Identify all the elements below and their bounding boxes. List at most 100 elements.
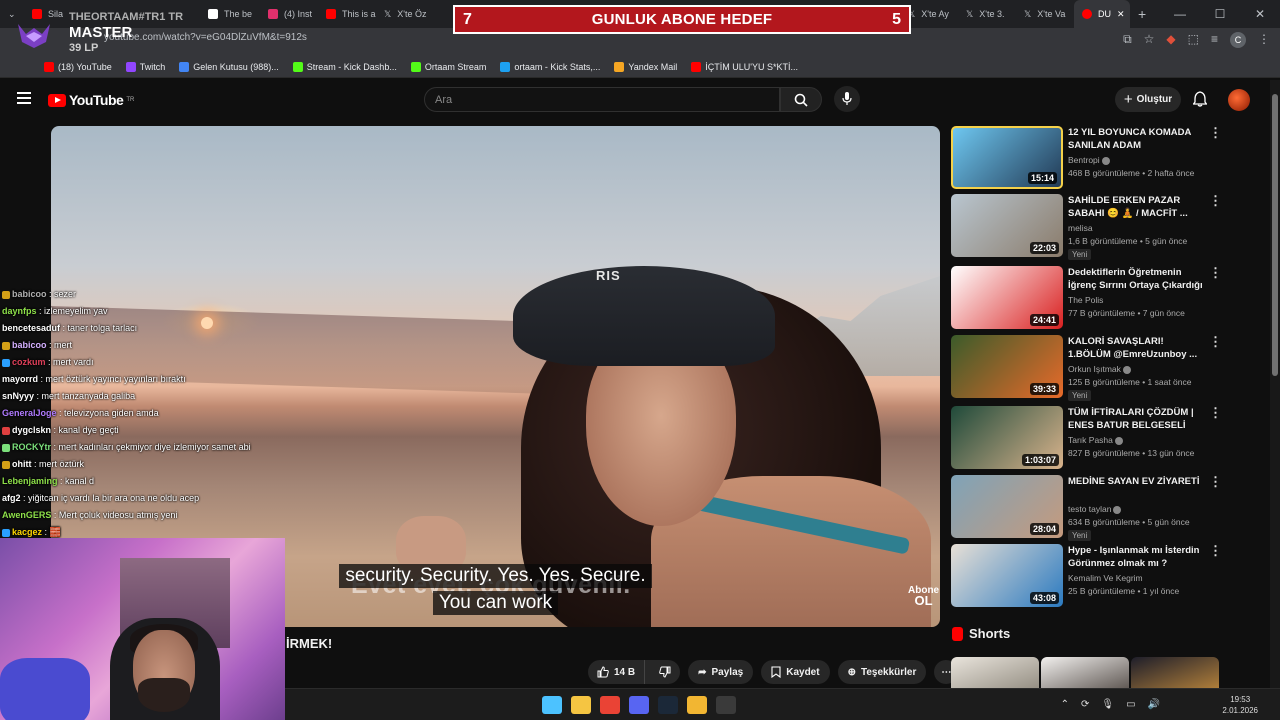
recommended-title[interactable]: SAHİLDE ERKEN PAZAR SABAHI 😊 🧘 / MACFİT … [1068,194,1208,220]
bookmark-icon [771,666,781,678]
channel-name-row[interactable]: The Polis [1068,295,1103,305]
video-thumbnail[interactable]: 22:03 [951,194,1063,257]
bookmark-item[interactable]: Gelen Kutusu (988)... [179,61,279,72]
browser-tab[interactable]: 𝕏 X'te 3. [958,0,1016,28]
browser-tab[interactable]: 𝕏 X'te Va [1016,0,1074,28]
video-thumbnail[interactable]: 28:04 [951,475,1063,538]
bookmark-item[interactable]: Ortaam Stream [410,61,486,72]
save-button[interactable]: Kaydet [761,660,830,684]
recommended-title[interactable]: 12 YIL BOYUNCA KOMADA SANILAN ADAM [1068,126,1208,152]
channel-name-row[interactable]: Orkun Işıtmak [1068,364,1131,374]
microphone-tray-icon[interactable]: 🎙 [1101,699,1114,710]
recommended-video[interactable]: 39:33 KALORİ SAVAŞLARI! 1.BÖLÜM @EmreUzun… [951,335,1231,401]
dislike-button[interactable] [650,660,680,684]
bookmark-item[interactable]: İÇTİM ULU'YU S*KTİ... [691,61,798,72]
bookmark-item[interactable]: ortaam - Kick Stats,... [500,61,600,72]
close-window-icon[interactable]: ✕ [1240,7,1280,21]
recommended-video[interactable]: 15:14 12 YIL BOYUNCA KOMADA SANILAN ADAM B… [951,126,1231,190]
create-button[interactable]: + Oluştur [1115,87,1181,112]
recommended-video[interactable]: 43:08 Hype - Işınlanmak mı İsterdin Görün… [951,544,1231,608]
page-scrollbar[interactable] [1270,80,1280,688]
chat-message: GeneralJoge : televizyona giden amda [2,405,302,422]
notifications-bell-icon[interactable] [1193,91,1207,107]
search-input[interactable]: Ara [424,87,780,112]
recommended-video[interactable]: 28:04 MEDİNE SAYAN EV ZİYARETİ testo tayla… [951,475,1231,541]
bookmark-star-icon[interactable]: ☆ [1144,32,1155,48]
video-thumbnail[interactable]: 39:33 [951,335,1063,398]
more-options-icon[interactable]: ⋮ [1209,475,1222,488]
profile-avatar[interactable]: C [1230,32,1246,48]
recommended-title[interactable]: KALORİ SAVAŞLARI! 1.BÖLÜM @EmreUzunboy .… [1068,335,1208,361]
browser-tab[interactable]: (4) Inst [260,0,318,28]
browser-tab[interactable]: 𝕏 X'te Öz [376,0,434,28]
network-icon[interactable]: ⟳ [1081,699,1089,710]
search-button[interactable] [780,87,822,112]
recommended-title[interactable]: Hype - Işınlanmak mı İsterdin Görünmez o… [1068,544,1208,571]
channel-name-row[interactable]: Tarık Pasha [1068,435,1123,445]
more-options-icon[interactable]: ⋮ [1209,266,1222,279]
bookmark-item[interactable]: (18) YouTube [44,61,112,72]
video-thumbnail[interactable]: 15:14 [951,126,1063,189]
menu-icon[interactable] [17,92,31,104]
tray-chevron-icon[interactable]: ⌃ [1061,699,1069,710]
extensions-puzzle-icon[interactable]: ⬚ [1188,32,1199,48]
bookmark-item[interactable]: Stream - Kick Dashb... [292,61,397,72]
channel-name-row[interactable]: testo taylan [1068,504,1122,514]
browser-tab-active[interactable]: DU ✕ [1074,0,1130,28]
extension-icon[interactable]: ◆ [1166,32,1175,48]
more-options-icon[interactable]: ⋮ [1209,406,1222,419]
voice-search-button[interactable] [834,86,860,112]
recommended-video[interactable]: 24:41 Dedektiflerin Öğretmenin İğrenç Sır… [951,266,1231,330]
more-options-icon[interactable]: ⋮ [1209,335,1222,348]
close-tab-icon[interactable]: ✕ [1117,9,1125,20]
browser-menu-icon[interactable]: ⋮ [1258,32,1270,48]
chat-badge-icon [2,460,10,469]
thanks-button[interactable]: ⊕ Teşekkürler [837,660,927,684]
bookmark-item[interactable]: Twitch [125,61,165,72]
file-explorer-icon[interactable] [571,696,591,714]
volume-icon[interactable]: 🔊 [1148,699,1160,710]
url-field[interactable]: youtube.com/watch?v=eG04DlZuVfM&t=912s [104,32,307,43]
browser-tab[interactable]: The be [200,0,260,28]
maximize-icon[interactable]: ☐ [1200,7,1240,21]
video-duration: 22:03 [1029,242,1059,254]
more-options-icon[interactable]: ⋮ [1209,126,1222,139]
recommended-video[interactable]: 22:03 SAHİLDE ERKEN PAZAR SABAHI 😊 🧘 / MA… [951,194,1231,260]
steam-icon[interactable] [658,696,678,714]
more-options-icon[interactable]: ⋮ [1209,194,1222,207]
minimize-icon[interactable]: — [1160,7,1200,21]
reading-list-icon[interactable]: ≡ [1211,32,1218,48]
bookmark-item[interactable]: Yandex Mail [614,61,677,72]
windows-start-icon[interactable] [542,696,562,714]
recommended-title[interactable]: TÜM İFTİRALARI ÇÖZDÜM | ENES BATUR BELGE… [1068,406,1208,432]
chrome-icon[interactable] [600,696,620,714]
video-thumbnail[interactable]: 1:03:07 [951,406,1063,469]
subscribe-watermark[interactable]: Abone OL [908,586,939,608]
install-app-icon[interactable]: ⧉ [1123,32,1132,48]
tab-label: Sila [48,9,64,19]
scrollbar-thumb[interactable] [1272,94,1278,376]
chat-separator: : [38,374,46,384]
browser-tab[interactable]: This is a [318,0,376,28]
recommended-title[interactable]: Dedektiflerin Öğretmenin İğrenç Sırrını … [1068,266,1208,293]
video-thumbnail[interactable]: 43:08 [951,544,1063,607]
user-avatar[interactable] [1228,89,1250,111]
taskbar-clock[interactable]: 19:53 2.01.2026 [1222,694,1258,716]
more-options-icon[interactable]: ⋮ [1209,544,1222,557]
clock-date: 2.01.2026 [1222,706,1258,715]
share-button[interactable]: ➦ Paylaş [688,660,754,684]
recommended-title[interactable]: MEDİNE SAYAN EV ZİYARETİ [1068,475,1208,488]
like-button[interactable]: 14 B [588,660,646,684]
display-icon[interactable]: ▭ [1126,699,1135,710]
recommended-video[interactable]: 1:03:07 TÜM İFTİRALARI ÇÖZDÜM | ENES BATU… [951,406,1231,470]
channel-name-row[interactable]: melisa [1068,223,1093,233]
channel-name-row[interactable]: Bentropi [1068,155,1110,165]
discord-icon[interactable] [629,696,649,714]
obs-icon[interactable] [716,696,736,714]
new-tab-button[interactable]: + [1130,0,1154,28]
app-icon[interactable] [687,696,707,714]
verified-check-icon [1122,365,1131,374]
channel-name-row[interactable]: Kemalim Ve Kegrim [1068,573,1143,583]
video-thumbnail[interactable]: 24:41 [951,266,1063,329]
youtube-logo[interactable]: YouTube TR [48,92,134,108]
